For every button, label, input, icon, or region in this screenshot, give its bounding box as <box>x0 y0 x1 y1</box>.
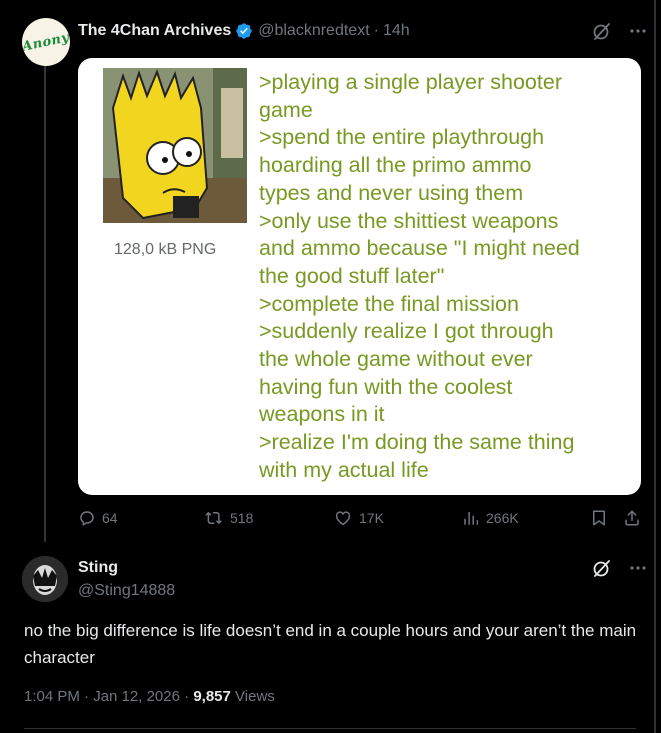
views-button[interactable]: 266K <box>462 509 519 527</box>
post-action-bar: 64 518 17K 266K <box>78 509 648 533</box>
tweet-thread: Anony The 4Chan Archives @blacknredtext … <box>0 0 654 733</box>
like-button[interactable]: 17K <box>333 509 384 527</box>
greentext-line: >realize I'm doing the same thing <box>259 430 575 455</box>
greentext-line: >spend the entire playthrough <box>259 125 545 150</box>
greentext-line: >complete the final mission <box>259 291 519 316</box>
separator-dot: · <box>84 688 90 705</box>
bookmark-icon <box>593 510 605 526</box>
verified-badge-icon <box>236 23 252 39</box>
greentext-line: the good stuff later" <box>259 263 445 288</box>
reply-views-count: 9,857 <box>193 688 231 705</box>
like-count: 17K <box>359 510 384 526</box>
reply-meta: 1:04 PM · Jan 12, 2026 · 9,857 Views <box>24 688 275 705</box>
greentext-line: types and never using them <box>259 180 524 205</box>
reply-count: 64 <box>102 510 118 526</box>
grok-icon[interactable] <box>592 21 612 41</box>
heart-icon <box>335 511 351 526</box>
reply-author-name[interactable]: Sting <box>78 559 118 577</box>
separator-dot: · <box>184 688 190 705</box>
bookmark-button[interactable] <box>590 509 608 527</box>
author-name[interactable]: The 4Chan Archives <box>78 22 231 40</box>
greentext-line: >only use the shittiest weapons <box>259 208 559 233</box>
repost-count: 518 <box>230 510 254 526</box>
reply-icon <box>80 511 94 526</box>
share-button[interactable] <box>623 509 641 527</box>
greentext-line: with my actual life <box>259 457 429 482</box>
reply-views-label: Views <box>235 688 275 705</box>
greentext-line: and ammo because "I might need <box>259 236 580 261</box>
greentext-line: having fun with the coolest <box>259 374 513 399</box>
more-options-icon[interactable] <box>630 565 646 571</box>
reply-time[interactable]: 1:04 PM <box>24 688 80 705</box>
post-time[interactable]: 14h <box>383 22 410 40</box>
greentext-line: >suddenly realize I got through <box>259 319 554 344</box>
thumbnail-image <box>103 68 247 223</box>
greentext-line: game <box>259 97 313 122</box>
post-top-actions <box>592 21 646 41</box>
reply-text: no the big difference is life doesn’t en… <box>24 621 637 667</box>
grok-icon[interactable] <box>592 558 612 578</box>
post-header: The 4Chan Archives @blacknredtext · 14h <box>78 20 410 42</box>
reply-button[interactable]: 64 <box>78 509 118 527</box>
avatar-text: Anony <box>22 29 70 55</box>
column-border <box>654 0 656 733</box>
analytics-icon <box>464 512 479 525</box>
reply-top-actions <box>592 558 646 578</box>
reply-author-handle[interactable]: @Sting14888 <box>78 582 175 600</box>
view-count: 266K <box>486 510 519 526</box>
greentext-line: hoarding all the primo ammo <box>259 153 532 178</box>
reply-avatar[interactable] <box>22 556 68 602</box>
separator-dot: · <box>373 22 379 39</box>
post-image[interactable]: 128,0 kB PNG >playing a single player sh… <box>78 58 641 495</box>
avatar[interactable]: Anony <box>22 18 70 66</box>
greentext-body: >playing a single player shooter game >s… <box>259 69 629 485</box>
thread-connector-line <box>44 64 46 542</box>
greentext-line: weapons in it <box>259 402 385 427</box>
more-options-icon[interactable] <box>630 28 646 34</box>
reply-date[interactable]: Jan 12, 2026 <box>93 688 180 705</box>
file-size-label: 128,0 kB PNG <box>114 241 217 258</box>
repost-icon <box>205 511 222 525</box>
greentext-line: >playing a single player shooter <box>259 70 562 94</box>
divider <box>24 728 636 729</box>
repost-button[interactable]: 518 <box>204 509 253 527</box>
share-icon <box>625 510 639 526</box>
author-handle[interactable]: @blacknredtext <box>258 22 369 40</box>
greentext-line: the whole game without ever <box>259 347 533 372</box>
